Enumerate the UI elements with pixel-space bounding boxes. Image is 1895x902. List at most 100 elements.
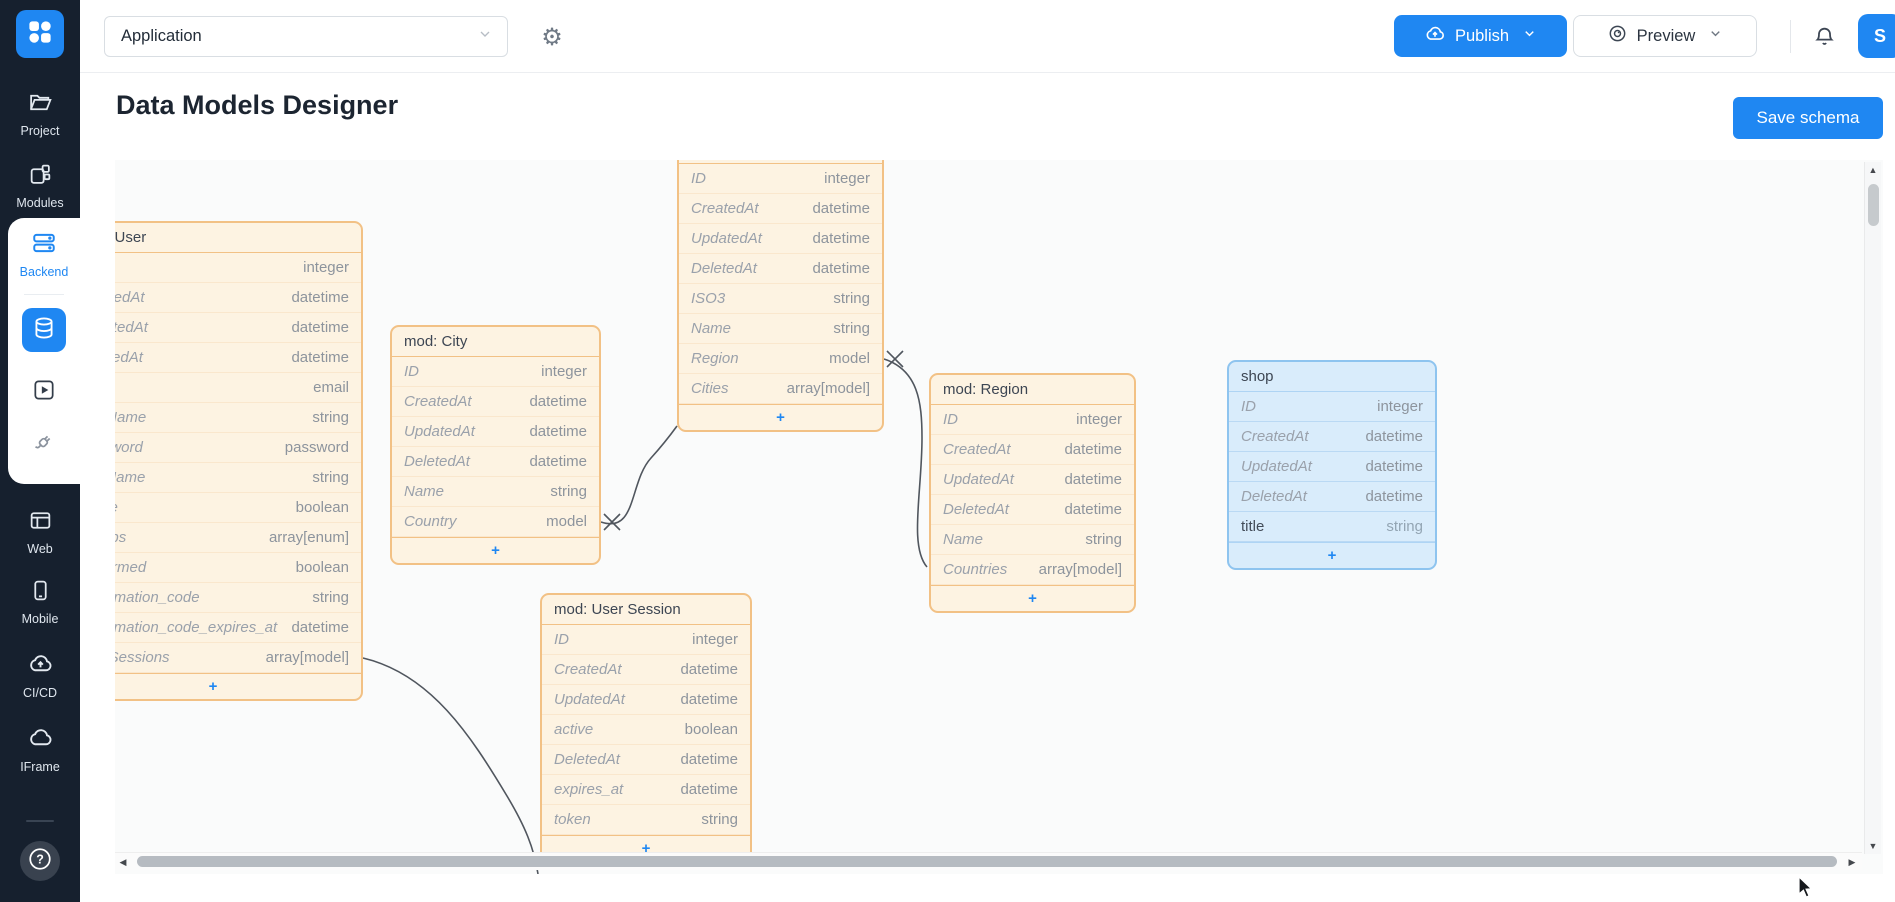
sidebar-item-cicd[interactable]: CI/CD <box>0 650 80 700</box>
model-field-row[interactable]: Citiesarray[model] <box>679 374 882 404</box>
model-field-row[interactable]: DeletedAtdatetime <box>115 343 361 373</box>
field-name: Region <box>691 350 739 367</box>
publish-button[interactable]: Publish <box>1394 15 1567 57</box>
model-field-row[interactable]: Confirmedboolean <box>115 553 361 583</box>
model-field-row[interactable]: Activeboolean <box>115 493 361 523</box>
preview-button[interactable]: Preview <box>1573 15 1757 57</box>
scroll-left-button[interactable]: ◀ <box>115 854 131 870</box>
sidebar-item-mobile[interactable]: Mobile <box>0 578 80 626</box>
model-field-row[interactable]: CreatedAtdatetime <box>679 194 882 224</box>
gear-icon[interactable]: ⚙ <box>536 21 568 53</box>
tool-data-models[interactable] <box>22 308 66 352</box>
add-field-button[interactable]: + <box>115 673 361 699</box>
add-field-button[interactable]: + <box>392 537 599 563</box>
scroll-up-button[interactable]: ▲ <box>1865 162 1881 178</box>
model-field-row[interactable]: IDinteger <box>542 625 750 655</box>
field-type: datetime <box>1064 501 1122 518</box>
model-field-row[interactable]: UserSessionsarray[model] <box>115 643 361 673</box>
model-field-row[interactable]: Namestring <box>392 477 599 507</box>
model-title[interactable]: shop <box>1229 362 1435 392</box>
model-field-row[interactable]: expires_atdatetime <box>542 775 750 805</box>
field-type: boolean <box>296 499 349 516</box>
model-field-row[interactable]: IDinteger <box>931 405 1134 435</box>
model-field-row[interactable]: UpdatedAtdatetime <box>542 685 750 715</box>
model-field-row[interactable]: CreatedAtdatetime <box>931 435 1134 465</box>
scroll-right-button[interactable]: ▶ <box>1844 854 1860 870</box>
model-node-city[interactable]: mod: CityIDintegerCreatedAtdatetimeUpdat… <box>390 325 601 565</box>
model-field-row[interactable]: UpdatedAtdatetime <box>392 417 599 447</box>
model-field-row[interactable]: CreatedAtdatetime <box>542 655 750 685</box>
model-field-row[interactable]: Groupsarray[enum] <box>115 523 361 553</box>
model-field-row[interactable]: DeletedAtdatetime <box>679 254 882 284</box>
model-field-row[interactable]: LastNamestring <box>115 463 361 493</box>
vertical-scroll-thumb[interactable] <box>1868 184 1879 226</box>
field-name: UpdatedAt <box>943 471 1014 488</box>
model-field-row[interactable]: activeboolean <box>542 715 750 745</box>
field-type: datetime <box>1365 428 1423 445</box>
model-field-row[interactable]: Countriesarray[model] <box>931 555 1134 585</box>
field-name: Password <box>115 439 143 456</box>
data-models-canvas[interactable]: mod: UserIDintegerCreatedAtdatetimeUpdat… <box>115 160 1883 874</box>
model-title[interactable]: mod: User <box>115 223 361 253</box>
model-title[interactable]: mod: City <box>392 327 599 357</box>
model-field-row[interactable]: titlestring <box>1229 512 1435 542</box>
mouse-cursor <box>1797 876 1817 900</box>
model-field-row[interactable]: confirmation_code_expires_atdatetime <box>115 613 361 643</box>
model-field-row[interactable]: IDinteger <box>1229 392 1435 422</box>
model-field-row[interactable]: confirmation_codestring <box>115 583 361 613</box>
model-field-row[interactable]: Countrymodel <box>392 507 599 537</box>
model-field-row[interactable]: DeletedAtdatetime <box>542 745 750 775</box>
model-node-shop[interactable]: shopIDintegerCreatedAtdatetimeUpdatedAtd… <box>1227 360 1437 570</box>
model-field-row[interactable]: UpdatedAtdatetime <box>931 465 1134 495</box>
model-field-row[interactable]: CreatedAtdatetime <box>392 387 599 417</box>
sidebar-item-backend[interactable]: Backend <box>8 230 80 279</box>
model-field-row[interactable]: Passwordpassword <box>115 433 361 463</box>
model-field-row[interactable]: Namestring <box>931 525 1134 555</box>
model-field-row[interactable]: CreatedAtdatetime <box>115 283 361 313</box>
model-node-user-session[interactable]: mod: User SessionIDintegerCreatedAtdatet… <box>540 593 752 863</box>
add-field-button[interactable]: + <box>679 404 882 430</box>
field-name: Name <box>691 320 731 337</box>
model-field-row[interactable]: UpdatedAtdatetime <box>115 313 361 343</box>
model-field-row[interactable]: DeletedAtdatetime <box>931 495 1134 525</box>
model-field-row[interactable]: Emailemail <box>115 373 361 403</box>
user-avatar[interactable]: S <box>1858 14 1895 58</box>
model-field-row[interactable]: IDinteger <box>679 164 882 194</box>
tool-business-processes[interactable] <box>22 370 66 414</box>
model-node-user[interactable]: mod: UserIDintegerCreatedAtdatetimeUpdat… <box>115 221 363 701</box>
add-field-button[interactable]: + <box>1229 542 1435 568</box>
avatar-initial: S <box>1874 26 1886 47</box>
application-select[interactable]: Application <box>104 16 508 57</box>
model-title[interactable]: mod: User Session <box>542 595 750 625</box>
horizontal-scroll-thumb[interactable] <box>137 856 1837 867</box>
model-field-row[interactable]: IDinteger <box>115 253 361 283</box>
model-title[interactable]: mod: Region <box>931 375 1134 405</box>
sidebar-item-web[interactable]: Web <box>0 508 80 556</box>
model-field-row[interactable]: DeletedAtdatetime <box>392 447 599 477</box>
model-node-region[interactable]: mod: RegionIDintegerCreatedAtdatetimeUpd… <box>929 373 1136 613</box>
modules-icon <box>28 162 53 192</box>
model-field-row[interactable]: CreatedAtdatetime <box>1229 422 1435 452</box>
help-button[interactable]: ? <box>20 841 60 881</box>
model-field-row[interactable]: Namestring <box>679 314 882 344</box>
model-field-row[interactable]: DeletedAtdatetime <box>1229 482 1435 512</box>
horizontal-scrollbar[interactable]: ◀ ▶ <box>115 852 1862 870</box>
vertical-scrollbar[interactable]: ▲ ▼ <box>1864 162 1881 854</box>
model-field-row[interactable]: UpdatedAtdatetime <box>679 224 882 254</box>
model-field-row[interactable]: tokenstring <box>542 805 750 835</box>
save-schema-button[interactable]: Save schema <box>1733 97 1883 139</box>
model-field-row[interactable]: ISO3string <box>679 284 882 314</box>
add-field-button[interactable]: + <box>931 585 1134 611</box>
model-field-row[interactable]: UpdatedAtdatetime <box>1229 452 1435 482</box>
model-node-country[interactable]: mod: CountryIDintegerCreatedAtdatetimeUp… <box>677 160 884 432</box>
sidebar-item-project[interactable]: Project <box>0 90 80 138</box>
scroll-down-button[interactable]: ▼ <box>1865 838 1881 854</box>
model-field-row[interactable]: FirstNamestring <box>115 403 361 433</box>
tool-connections[interactable] <box>22 422 66 466</box>
sidebar-item-modules[interactable]: Modules <box>0 162 80 210</box>
model-field-row[interactable]: IDinteger <box>392 357 599 387</box>
app-logo[interactable] <box>16 10 64 58</box>
sidebar-item-iframe[interactable]: IFrame <box>0 724 80 774</box>
model-field-row[interactable]: Regionmodel <box>679 344 882 374</box>
notifications-bell-icon[interactable] <box>1810 22 1838 50</box>
